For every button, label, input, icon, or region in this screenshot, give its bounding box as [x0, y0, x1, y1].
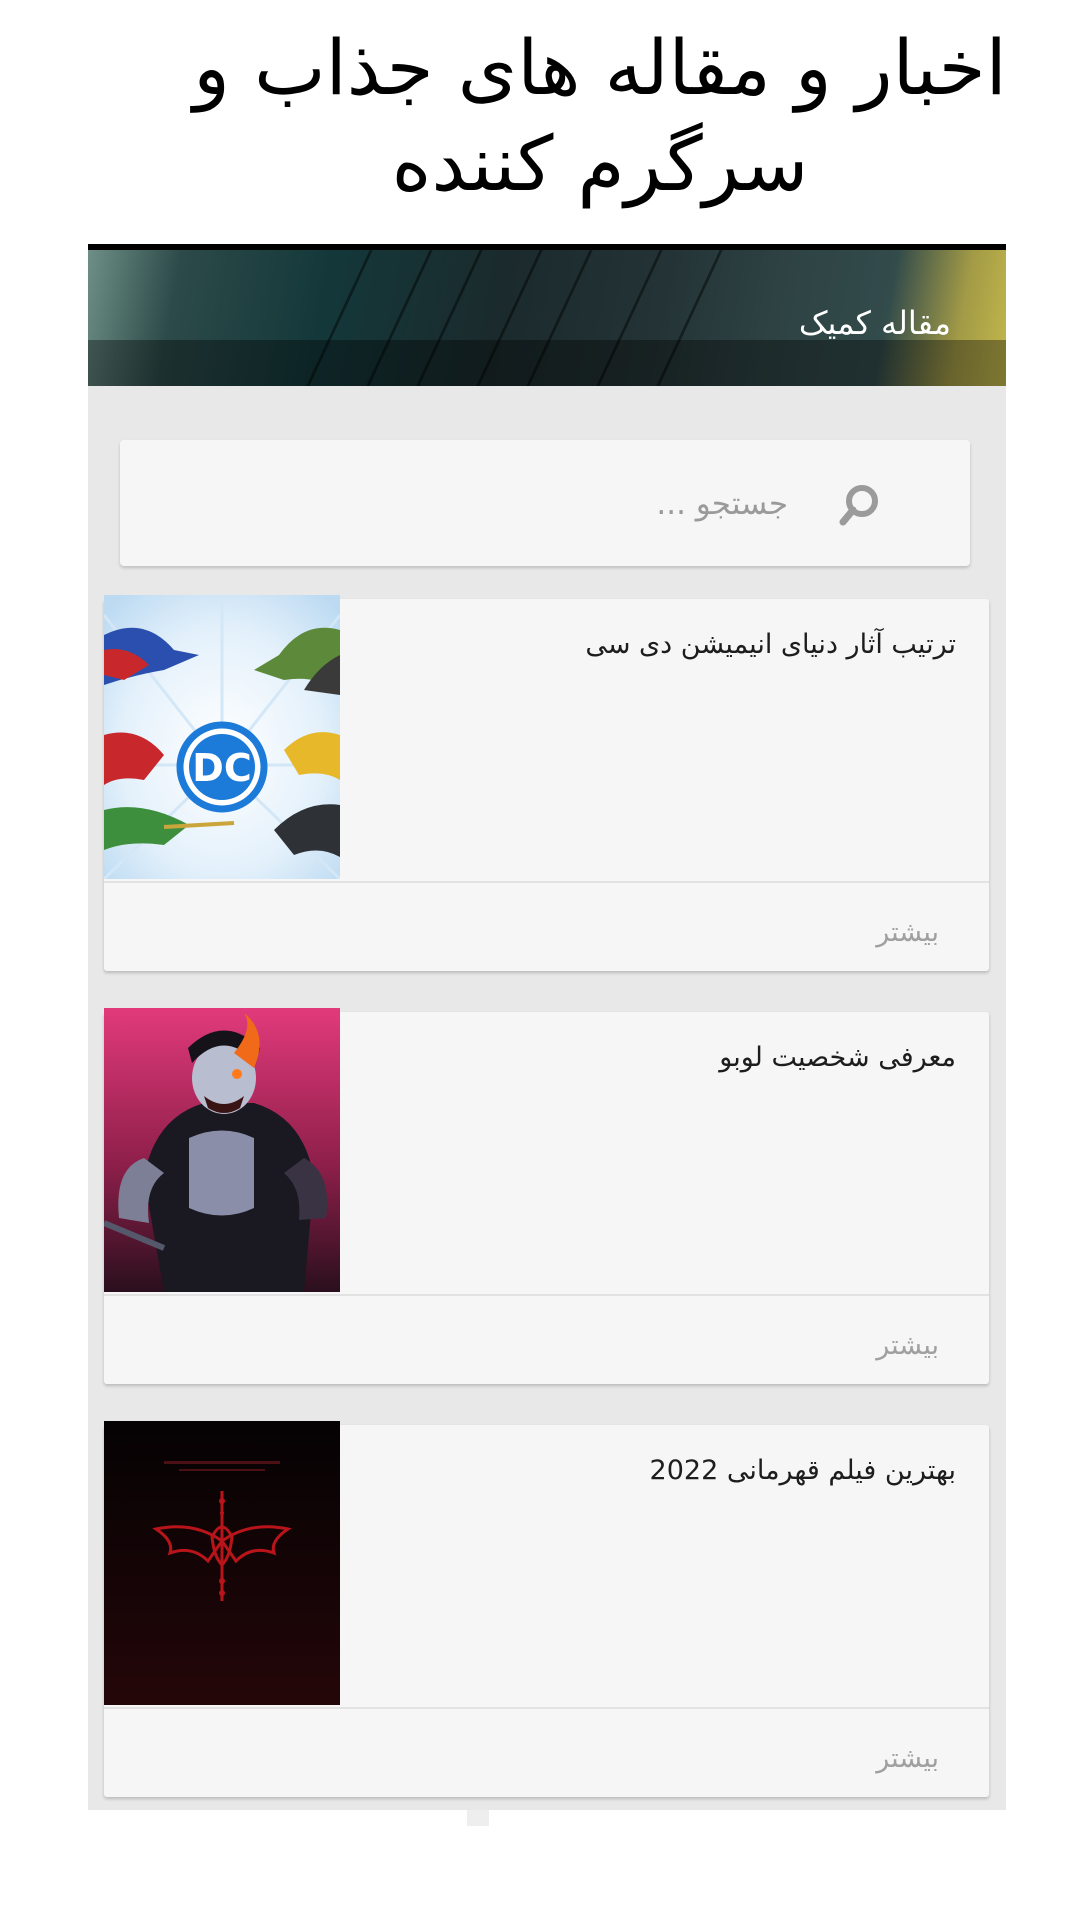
article-card-dc[interactable]: DC ترتیب آثار دنیای انیمیشن دی سی بیشتر [104, 595, 989, 971]
card-divider [104, 881, 989, 883]
card-divider [104, 1294, 989, 1296]
article-title[interactable]: ترتیب آثار دنیای انیمیشن دی سی [585, 629, 956, 660]
article-thumbnail-dc[interactable]: DC [104, 595, 340, 879]
search-icon[interactable] [838, 482, 882, 526]
article-card-batman[interactable]: بهترین فیلم قهرمانی 2022 بیشتر [104, 1421, 989, 1797]
search-input[interactable] [266, 478, 790, 530]
more-link[interactable]: بیشتر [876, 1330, 939, 1361]
headline-line-2: سرگرم کننده [391, 119, 809, 208]
app-screen: مقاله کمیک جستجو ... DC ترتیب آثار دنیای… [88, 244, 1006, 1810]
banner-title: مقاله کمیک [798, 304, 951, 342]
page-headline: اخبار و مقاله های جذاب و سرگرم کننده [150, 20, 1050, 212]
more-link[interactable]: بیشتر [876, 1743, 939, 1774]
header-banner: مقاله کمیک [88, 244, 1006, 386]
article-thumbnail-batman[interactable] [104, 1421, 340, 1705]
headline-line-1: اخبار و مقاله های جذاب و [193, 23, 1007, 112]
article-thumbnail-lobo[interactable] [104, 1008, 340, 1292]
more-link[interactable]: بیشتر [876, 917, 939, 948]
scroll-nub [467, 1810, 489, 1826]
dc-logo: DC [192, 746, 251, 790]
search-bar[interactable] [120, 440, 970, 566]
article-card-lobo[interactable]: معرفی شخصیت لوبو بیشتر [104, 1008, 989, 1384]
article-title[interactable]: معرفی شخصیت لوبو [719, 1042, 956, 1073]
article-title[interactable]: بهترین فیلم قهرمانی 2022 [650, 1455, 956, 1486]
card-divider [104, 1707, 989, 1709]
